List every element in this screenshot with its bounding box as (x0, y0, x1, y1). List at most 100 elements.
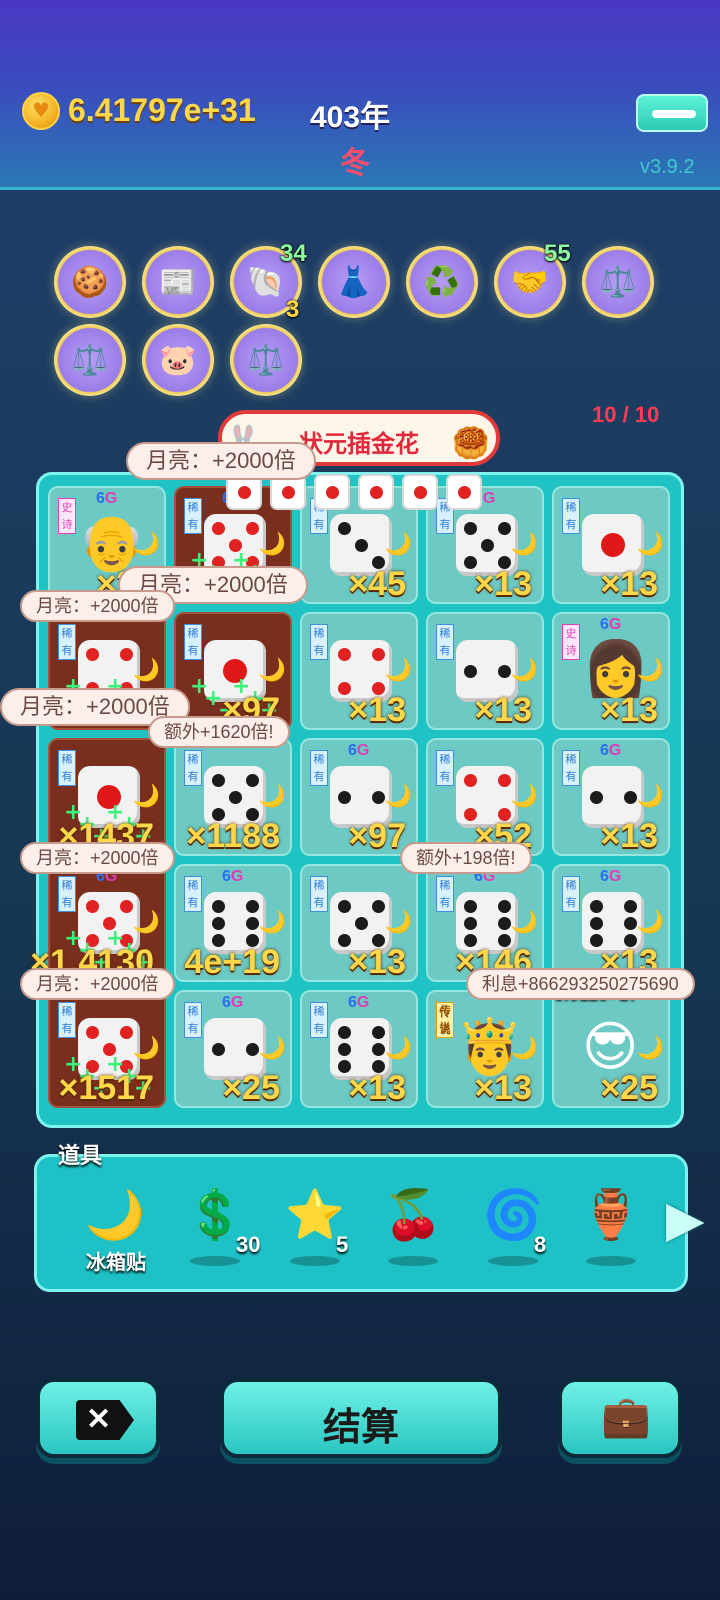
dice-pip (246, 774, 259, 787)
board-cell[interactable]: 稀有 6G 🌙 ×146 (426, 864, 544, 982)
moon-icon: 🌙 (258, 658, 286, 683)
inventory-item[interactable]: 💲 30 (176, 1182, 260, 1272)
relic-1[interactable]: 🍪 (54, 246, 126, 318)
moon-icon: 🌙 (510, 784, 538, 809)
board-cell[interactable]: 稀有 6G 🌙 ×25 (174, 990, 292, 1108)
board-cell[interactable]: 稀有 6G 🌙 ×97 (300, 738, 418, 856)
multiplier-label: ×1188 (186, 817, 280, 855)
board-cell[interactable]: 稀有6G🌙×13 (552, 738, 670, 856)
dice-pip (372, 791, 385, 804)
moon-icon: 🌙 (510, 1036, 538, 1061)
dice-pip (590, 917, 603, 930)
item-shadow (290, 1256, 340, 1266)
moon-icon: 🌙 (258, 1036, 286, 1061)
rarity-tag: 稀有 (58, 876, 76, 912)
dice-pip (212, 900, 225, 913)
dice-pip (498, 900, 511, 913)
key-button[interactable] (636, 94, 708, 132)
moon-icon: 🌙 (636, 1036, 664, 1061)
dice-pip (212, 917, 225, 930)
inventory-item[interactable]: ⭐ 5 (276, 1182, 356, 1272)
dice-pip (246, 1043, 259, 1056)
dice-pip (86, 1026, 99, 1039)
board-cell[interactable]: 稀有 🌙 ×13 (426, 612, 544, 730)
season-label: 冬 (340, 147, 370, 180)
item-shadow (190, 1256, 240, 1266)
relic-10[interactable]: ⚖️ (230, 324, 302, 396)
mini-dice-icon (446, 474, 482, 510)
relic-5[interactable]: ♻️ (406, 246, 478, 318)
board-cell[interactable]: 稀有 6G 🌙 4e+19 (174, 864, 292, 982)
dice-pip (212, 1043, 225, 1056)
dice-pip (212, 774, 225, 787)
moon-icon: 🌙 (510, 532, 538, 557)
board-cell[interactable]: 稀有 6G 🌙 + + + + + + ×1.4130 (30, 864, 166, 982)
moon-icon: 🌙 (636, 658, 664, 683)
relic-4[interactable]: 👗 (318, 246, 390, 318)
bonus-bubble: 利息+866293250275690 (466, 968, 695, 1000)
board-cell[interactable]: 稀有 🌙 + + + + + + ×1517 (48, 990, 166, 1108)
dice-pip (590, 791, 603, 804)
multiplier-label: ×25 (600, 1069, 658, 1107)
rarity-tag: 稀有 (562, 876, 580, 912)
g6-badge: 6G (222, 868, 244, 885)
dice-pip (498, 774, 511, 787)
moon-icon: 🌙 (132, 784, 160, 809)
board-cell[interactable]: 史诗 6G 👩 🌙 ×13 (552, 612, 670, 730)
relic-7[interactable]: ⚖️ (582, 246, 654, 318)
relic-2[interactable]: 📰 (142, 246, 214, 318)
board-cell[interactable]: 稀有 🌙 ×13 (300, 864, 418, 982)
board-cell[interactable]: 稀有 🌙 ×1188 (174, 738, 292, 856)
rarity-tag: 稀有 (310, 750, 328, 786)
dice-pip (624, 791, 637, 804)
dice-pip (120, 648, 133, 661)
chevron-right-icon[interactable]: ▶ (666, 1190, 704, 1248)
moon-icon: 🌙 (384, 784, 412, 809)
rarity-tag: 稀有 (436, 750, 454, 786)
board-cell[interactable]: 稀有 🌙 + + + + + + ×1437 (48, 738, 166, 856)
piggy-bank-icon: 🐷 (159, 343, 197, 378)
board-cell[interactable]: 稀有 🌙 ×52 (426, 738, 544, 856)
moon-icon: 🌙 (636, 532, 664, 557)
item-quantity: 8 (534, 1232, 547, 1257)
heart-coin-icon (22, 92, 60, 130)
inventory-item[interactable]: 🌙 冰箱贴 (76, 1182, 156, 1274)
rarity-tag: 稀有 (436, 624, 454, 660)
dice-pip (372, 648, 385, 661)
inventory-title: 道具 (58, 1143, 103, 1168)
settle-label: 结算 (322, 1407, 399, 1449)
item-shadow (586, 1256, 636, 1266)
board-cell[interactable]: 稀有6G🌙×13 (300, 990, 418, 1108)
cancel-button[interactable]: ✕ (36, 1378, 160, 1458)
board-cell[interactable]: 稀有 🌙 + + + + + + ×97 (174, 612, 292, 730)
moon-icon: 🌙 (132, 532, 160, 557)
time-magazine-icon: 📰 (159, 265, 197, 300)
dice-pip (601, 533, 625, 557)
inventory-item[interactable]: 🍒 (374, 1182, 454, 1272)
bonus-bubble: 月亮：+2000倍 (20, 968, 175, 1000)
board-cell[interactable]: 稀有6G🌙×13 (426, 486, 544, 604)
board-cell[interactable]: 稀有6G🌙×13 (552, 864, 670, 982)
relic-9[interactable]: 🐷 (142, 324, 214, 396)
dice-pip (464, 774, 477, 787)
g6-badge: 6G (348, 742, 370, 759)
dice-pip (590, 900, 603, 913)
settle-button[interactable]: 结算 (220, 1378, 502, 1458)
item-shadow (488, 1256, 538, 1266)
board-cell[interactable]: 稀有 🌙 ×13 (552, 486, 670, 604)
cancel-icon: ✕ (76, 1400, 134, 1440)
dice-pip (464, 900, 477, 913)
board-cell[interactable]: 稀有 🌙 ×13 (300, 612, 418, 730)
moon-icon: 🌙 (636, 910, 664, 935)
board-cell[interactable]: 😎🌙×255.011e+17 (552, 984, 670, 1108)
year-label: 403年 (310, 101, 391, 134)
dice-pip (246, 900, 259, 913)
multiplier-label: ×13 (348, 1069, 406, 1107)
board-cell[interactable]: 传说 🤴 🌙 ×13 (426, 990, 544, 1108)
bag-button[interactable]: 💼 (558, 1378, 682, 1458)
dice-pip (372, 1043, 385, 1056)
relic-8[interactable]: ⚖️ (54, 324, 126, 396)
dice-pip (338, 1043, 351, 1056)
inventory-item[interactable]: 🏺 (572, 1182, 652, 1272)
inventory-item[interactable]: 🌀 8 (474, 1182, 554, 1272)
